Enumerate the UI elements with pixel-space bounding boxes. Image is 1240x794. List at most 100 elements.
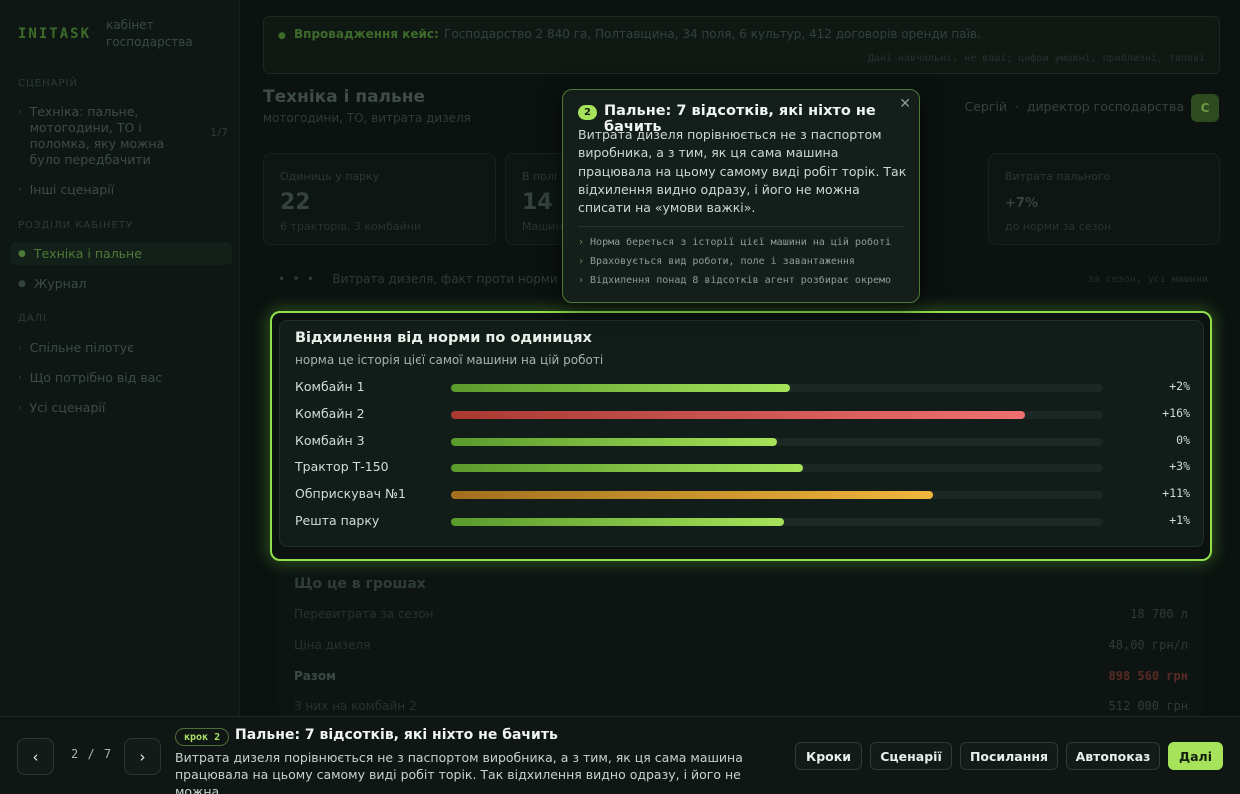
bar-label: Решта парку (295, 513, 380, 528)
card-title: Відхилення від норми по одиницях (295, 330, 592, 346)
case-banner: ● Впровадження кейс: Господарство 2 840 … (263, 16, 1220, 74)
money-row-label: З них на комбайн 2 (294, 699, 417, 713)
stat-note: до норми за сезон (1005, 220, 1112, 233)
bar (451, 384, 791, 392)
chevron-right-icon: › (18, 373, 22, 383)
close-icon[interactable]: ✕ (899, 96, 911, 112)
bar-value-label: +2% (1169, 379, 1190, 393)
bar-value-label: +1% (1169, 513, 1190, 527)
bar-value-label: 0% (1176, 432, 1190, 447)
steps-button[interactable]: Кроки (795, 742, 862, 770)
bar-label: Трактор Т-150 (295, 459, 389, 475)
banner-subtext: Дані навчальні, не ваші; цифри умовні, п… (867, 53, 1205, 64)
sidebar-item-label: Усі сценарії (29, 400, 106, 415)
sidebar-item-journal[interactable]: ● Журнал (18, 276, 228, 291)
breadcrumb-label: Витрата дизеля, факт проти норми (332, 272, 558, 286)
stat-card: Одиниць у парку 22 6 тракторів, 3 комбай… (263, 153, 496, 245)
sidebar: INITASK кабінет господарства СЦЕНАРІЙ › … (0, 0, 240, 716)
sidebar-item-more[interactable]: › Усі сценарії (18, 400, 228, 415)
money-row-total: Разом 898 560 грн (294, 669, 1188, 689)
bar-label: Комбайн 2 (295, 405, 365, 421)
sidebar-section-sections: РОЗДІЛИ КАБІНЕТУ (18, 220, 134, 231)
prev-step-button[interactable]: ‹ (17, 738, 54, 775)
breadcrumb-right: за сезон, усі машини (1087, 274, 1208, 285)
tooltip-point-text: Враховується вид роботи, поле і завантаж… (590, 256, 855, 267)
sidebar-item-machinery[interactable]: ● Техніка і пальне (10, 242, 232, 265)
card-subtitle: норма це історія цієї самої машини на ці… (295, 353, 604, 367)
sidebar-section-more: ДАЛІ (18, 313, 48, 324)
next-button[interactable]: Далі (1168, 742, 1223, 770)
sidebar-item-label: Спільне пілотує (29, 340, 134, 355)
tooltip-point: › Норма береться з історії цієї машини на… (578, 237, 891, 248)
bar-value-label: +16% (1162, 405, 1190, 420)
money-row-value: 18 700 л (1130, 607, 1188, 621)
sidebar-item-label: Журнал (33, 276, 87, 291)
chevron-right-icon: › (139, 747, 146, 766)
page-title: Техніка і пальне (263, 87, 426, 107)
bar-track (451, 518, 1103, 526)
user-info[interactable]: Сергій · директор господарства (964, 99, 1184, 114)
bar-value-label: +11% (1162, 486, 1190, 501)
chevron-right-icon: › (578, 256, 585, 267)
bar-value-label: +3% (1169, 459, 1190, 474)
links-button[interactable]: Посилання (960, 742, 1058, 770)
bar-track (451, 437, 1103, 446)
money-row-label: Разом (294, 669, 336, 683)
bar-track (451, 410, 1103, 419)
bar-track (451, 464, 1103, 473)
bar-track (451, 384, 1103, 392)
avatar[interactable]: С (1191, 94, 1219, 122)
tooltip-point: › Враховується вид роботи, поле і заванта… (578, 256, 855, 267)
chevron-right-icon: › (18, 403, 22, 413)
stat-value: 22 (280, 190, 311, 215)
deviation-card: Відхилення від норми по одиницях норма ц… (279, 320, 1204, 547)
bar (451, 464, 804, 473)
money-row-value: 48,00 грн/л (1108, 638, 1188, 652)
step-badge: 2 (578, 105, 597, 120)
sidebar-item-more[interactable]: › Спільне пілотує (18, 340, 228, 355)
bar-row: Комбайн 1 +2% (295, 379, 1190, 397)
banner-text: Господарство 2 840 га, Полтавщина, 34 по… (444, 27, 981, 41)
bar-row: Комбайн 3 0% (295, 433, 1190, 451)
scenario-count: 1/7 (210, 126, 228, 139)
tour-title: Пальне: 7 відсотків, які ніхто не бачить (235, 727, 558, 743)
sidebar-item-label: Техніка і пальне (33, 246, 142, 261)
user-role: директор господарства (1026, 99, 1184, 114)
money-row: Ціна дизеля 48,00 грн/л (294, 638, 1188, 658)
autoplay-button[interactable]: Автопоказ (1066, 742, 1160, 770)
tour-description: Витрата дизеля порівнюється не з паспорт… (175, 750, 743, 794)
tooltip-point-text: Норма береться з історії цієї машини на … (590, 237, 892, 248)
breadcrumb: • • • Витрата дизеля, факт проти норми (278, 272, 558, 286)
banner-label: Впровадження кейс: (294, 27, 439, 41)
stat-note: Машин (522, 220, 563, 233)
chevron-left-icon: ‹ (32, 747, 39, 766)
stat-note: 6 тракторів, 3 комбайни (280, 220, 422, 233)
dot-icon: ● (18, 249, 26, 259)
next-step-button[interactable]: › (124, 738, 161, 775)
sidebar-item-label: Техніка: пальне, мотогодини, ТО і поломк… (29, 104, 165, 167)
app-root: INITASK кабінет господарства СЦЕНАРІЙ › … (0, 0, 1240, 794)
money-row-label: Перевитрата за сезон (294, 607, 434, 621)
bar-label: Комбайн 1 (295, 379, 365, 394)
sidebar-item-label: Інші сценарії (29, 182, 115, 197)
dot-icon: ● (18, 279, 26, 289)
sidebar-item-scenario[interactable]: › Техніка: пальне, мотогодини, ТО і поло… (18, 104, 228, 168)
user-name: Сергій (964, 99, 1008, 114)
chevron-right-icon: › (578, 275, 585, 286)
sidebar-item-other-scenarios[interactable]: › Інші сценарії (18, 182, 228, 197)
step-counter: 2 / 7 (71, 747, 113, 761)
stat-label: В полі (522, 170, 558, 183)
chevron-right-icon: › (18, 107, 22, 117)
stat-card: Витрата пального +7% до норми за сезон (988, 153, 1220, 245)
money-row-label: Ціна дизеля (294, 638, 371, 652)
chevron-right-icon: › (578, 237, 585, 248)
bar-label: Комбайн 3 (295, 432, 365, 448)
logo-subtitle: кабінет господарства (106, 18, 193, 49)
sidebar-item-label: Що потрібно від вас (29, 370, 163, 385)
bar (451, 410, 1025, 419)
bar (451, 518, 784, 526)
tooltip-point-text: Відхилення понад 8 відсотків агент розби… (590, 275, 892, 286)
sidebar-item-more[interactable]: › Що потрібно від вас (18, 370, 228, 385)
scenarios-button[interactable]: Сценарії (870, 742, 952, 770)
bar-row: Трактор Т-150 +3% (295, 459, 1190, 477)
